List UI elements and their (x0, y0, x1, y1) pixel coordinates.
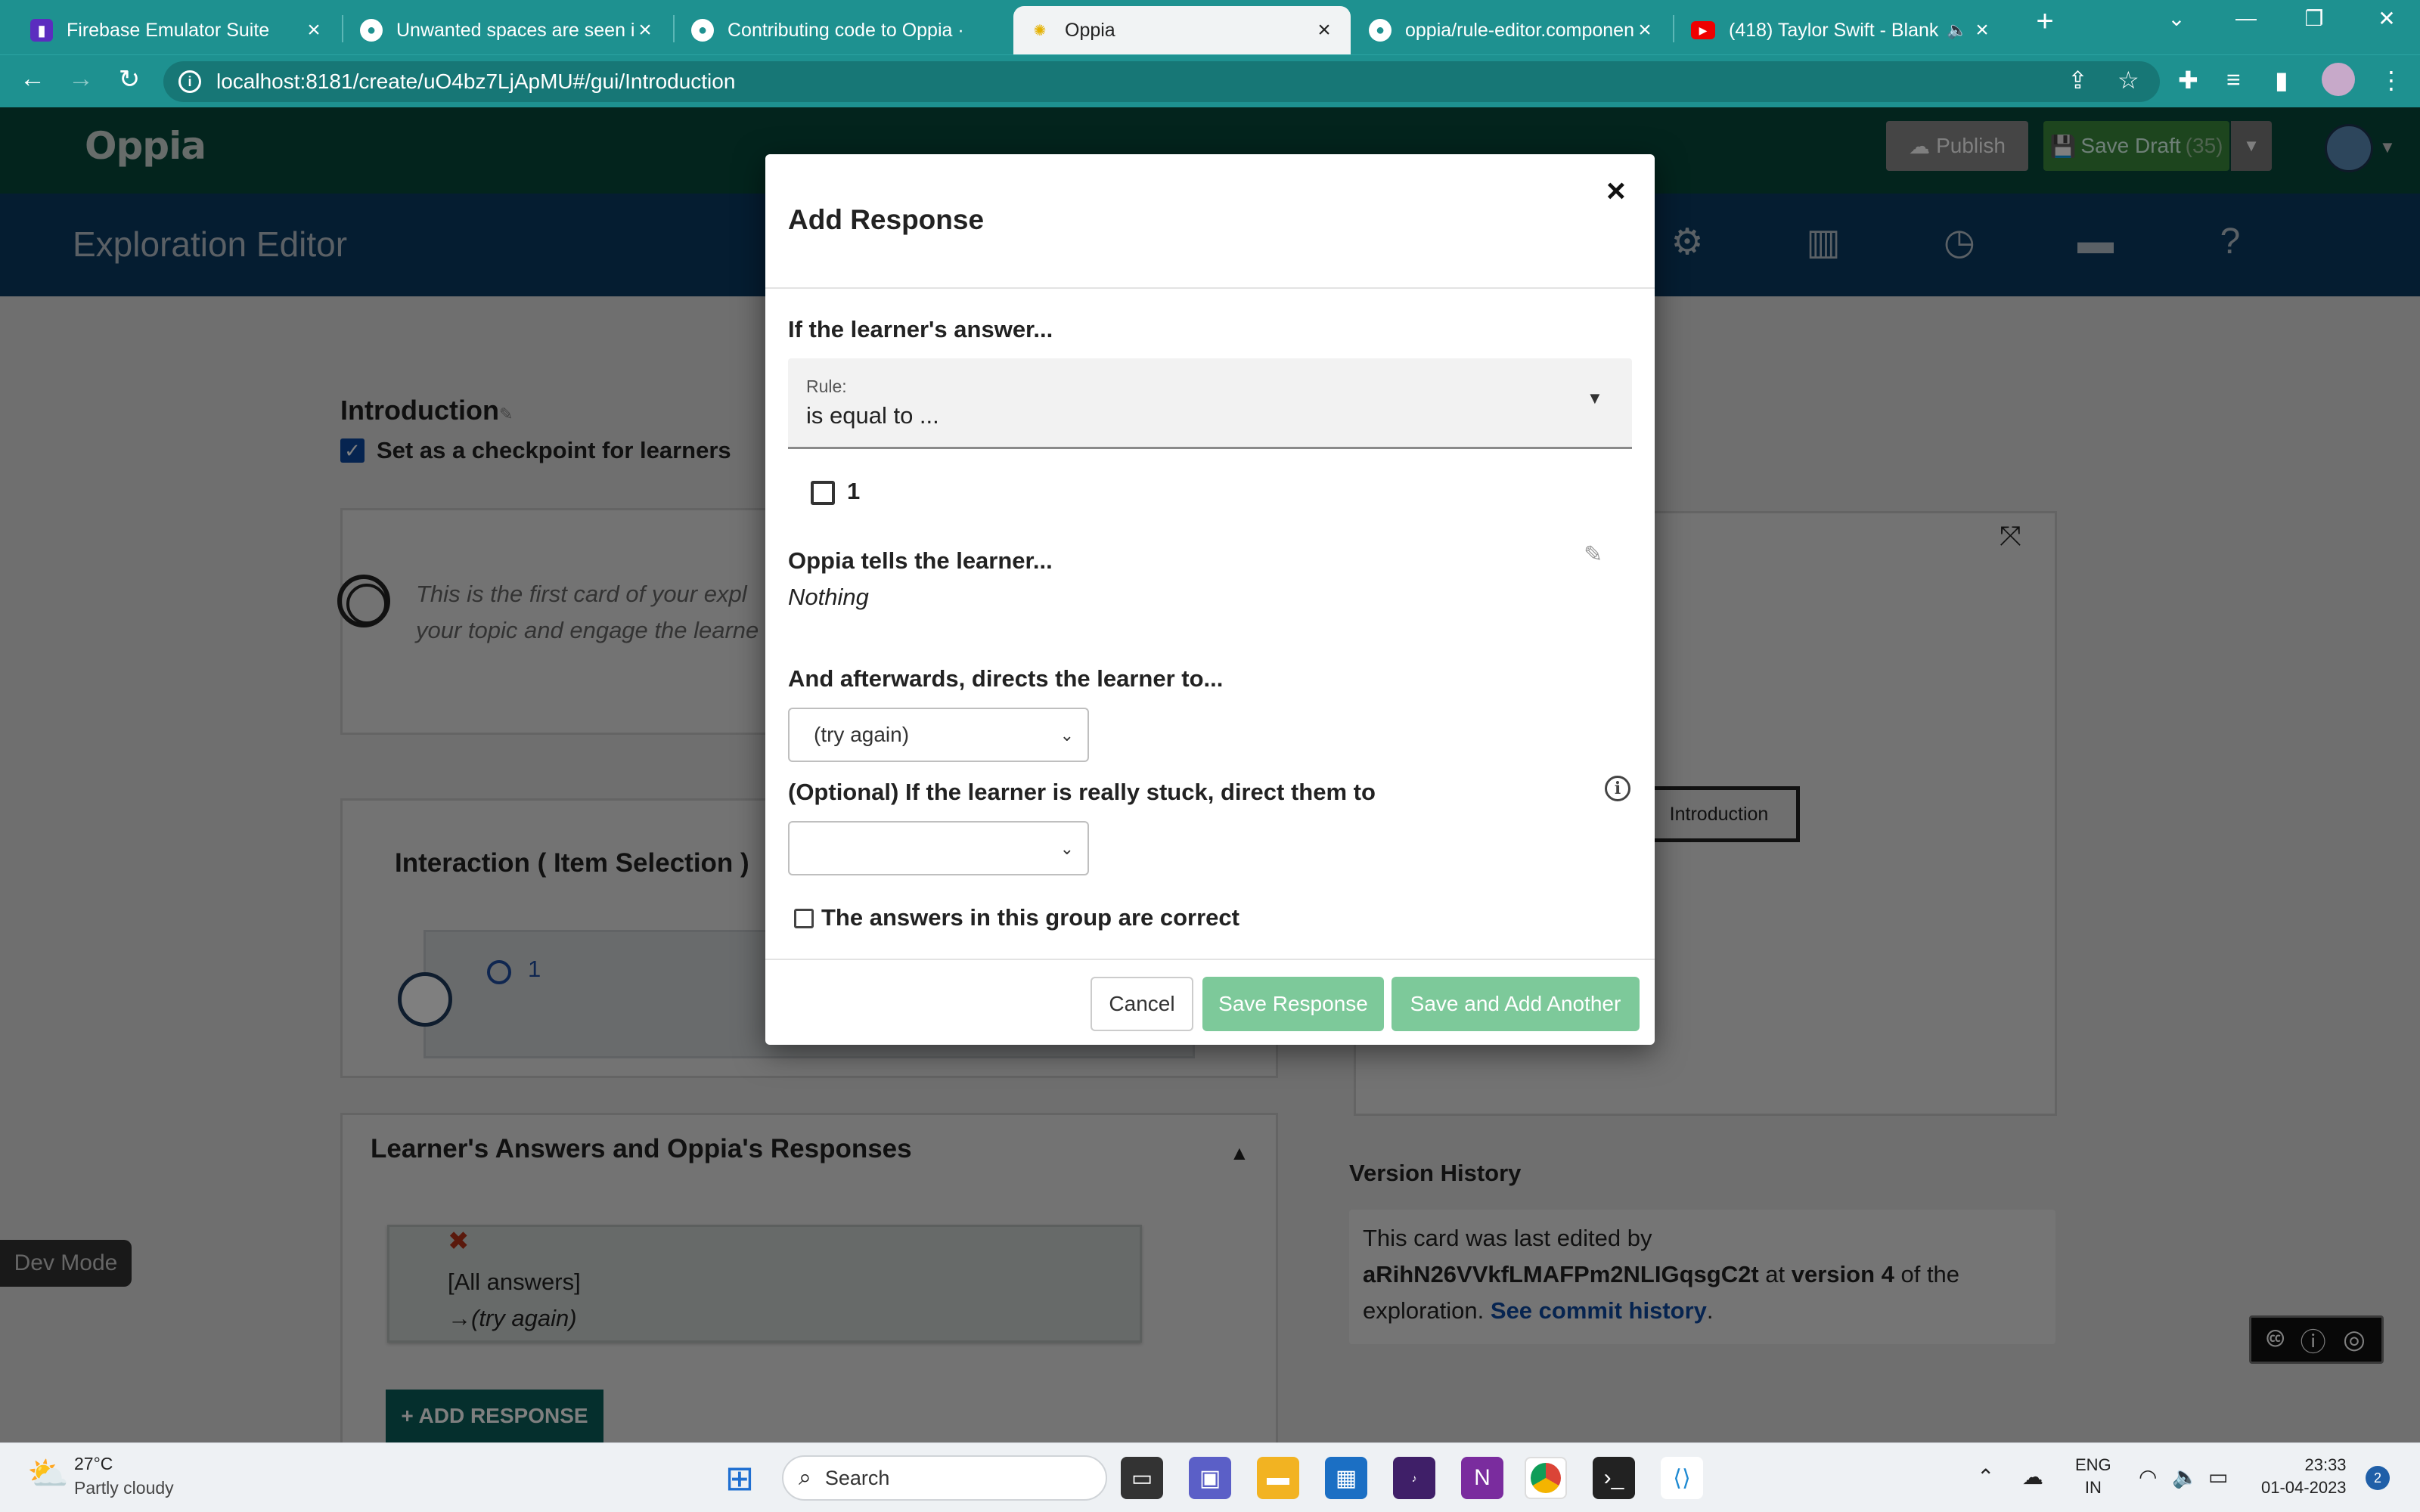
window-close-icon[interactable]: ✕ (2364, 6, 2409, 31)
github-icon: ● (691, 19, 714, 42)
close-icon[interactable]: × (1313, 17, 1336, 43)
teams-chat-icon[interactable]: ▣ (1189, 1457, 1231, 1499)
tab-separator (1673, 15, 1674, 42)
oppia-icon: ✺ (1033, 22, 1047, 39)
close-icon[interactable]: × (634, 17, 656, 43)
minimize-icon[interactable]: — (2223, 6, 2269, 30)
wifi-icon[interactable]: ◠ (2139, 1464, 2157, 1489)
tab-github-spaces[interactable]: ● Unwanted spaces are seen in × (345, 6, 672, 54)
pencil-icon[interactable]: ✎ (1584, 541, 1602, 568)
url-text: localhost:8181/create/uO4bz7LjApMU#/gui/… (216, 70, 736, 93)
tab-github-rule-editor[interactable]: ● oppia/rule-editor.component × (1354, 6, 1671, 54)
cancel-button[interactable]: Cancel (1091, 977, 1193, 1031)
divider (765, 287, 1655, 289)
notification-badge[interactable]: 2 (2366, 1466, 2390, 1490)
profile-avatar-icon[interactable] (2322, 63, 2355, 96)
search-icon: ⌕ (799, 1465, 811, 1490)
destination-heading: And afterwards, directs the learner to..… (788, 665, 1224, 692)
volume-icon[interactable]: 🔈 (2172, 1464, 2198, 1489)
reading-list-icon[interactable]: ≡ (2226, 66, 2241, 94)
rule-select-value: is equal to ... (806, 402, 939, 429)
stuck-destination-select[interactable]: ⌄ (788, 821, 1089, 875)
rule-select-label: Rule: (806, 376, 847, 396)
onedrive-icon[interactable]: ☁ (2022, 1464, 2043, 1489)
choice-checkbox[interactable] (811, 481, 835, 505)
windows-taskbar: ⛅ 27°C Partly cloudy ⊞ ⌕ Search ▭ ▣ ▬ ▦ … (0, 1442, 2420, 1512)
youtube-icon: ▶ (1691, 21, 1715, 39)
clock[interactable]: 23:33 01-04-2023 (2261, 1454, 2347, 1499)
firebase-icon: ▮ (30, 19, 53, 42)
vscode-icon[interactable]: ⟨⟩ (1661, 1457, 1703, 1499)
restore-icon[interactable]: ❐ (2291, 6, 2337, 31)
github-icon: ● (1369, 19, 1392, 42)
terminal-icon[interactable]: ›_ (1593, 1457, 1635, 1499)
stuck-heading: (Optional) If the learner is really stuc… (788, 779, 1376, 805)
battery-icon[interactable]: ▭ (2208, 1464, 2228, 1489)
answer-heading: If the learner's answer... (788, 316, 1053, 342)
rule-select[interactable]: Rule: is equal to ... ▼ (788, 358, 1632, 449)
windows-start-icon[interactable]: ⊞ (718, 1457, 761, 1499)
microsoft-store-icon[interactable]: ▦ (1325, 1457, 1367, 1499)
add-response-modal: Add Response × If the learner's answer..… (765, 154, 1655, 1045)
file-explorer-icon[interactable]: ▬ (1257, 1457, 1299, 1499)
extensions-icon[interactable]: ✚ (2178, 66, 2198, 94)
divider (765, 959, 1655, 960)
browser-menu-icon[interactable]: ⋮ (2379, 66, 2403, 94)
github-icon: ● (360, 19, 383, 42)
save-and-add-another-button[interactable]: Save and Add Another (1392, 977, 1640, 1031)
side-panel-icon[interactable]: ▮ (2275, 66, 2288, 94)
reload-icon[interactable]: ↻ (110, 64, 148, 94)
speaker-icon[interactable]: 🔈 (1944, 20, 1971, 40)
chevron-down-icon[interactable]: ⌄ (2154, 6, 2199, 31)
address-bar: ← → ↻ i localhost:8181/create/uO4bz7LjAp… (0, 54, 2420, 107)
weather-description: Partly cloudy (74, 1478, 174, 1498)
chevron-down-icon: ⌄ (1060, 839, 1074, 858)
site-info-icon[interactable]: i (178, 70, 201, 93)
choice-label: 1 (847, 478, 861, 504)
amazon-music-icon[interactable]: ♪ (1393, 1457, 1435, 1499)
url-field[interactable]: i localhost:8181/create/uO4bz7LjApMU#/gu… (163, 61, 2160, 102)
taskbar-search[interactable]: ⌕ Search (782, 1455, 1107, 1501)
correct-answers-label: The answers in this group are correct (821, 904, 1239, 931)
bookmark-star-icon[interactable]: ☆ (2118, 66, 2139, 94)
info-icon[interactable]: i (1605, 776, 1630, 801)
tab-github-contributing[interactable]: ● Contributing code to Oppia · (676, 6, 1009, 54)
close-icon[interactable]: × (1634, 17, 1656, 43)
input-language-indicator[interactable]: ENG IN (2075, 1454, 2111, 1499)
weather-partly-cloudy-icon[interactable]: ⛅ (27, 1454, 69, 1493)
chevron-down-icon: ⌄ (1060, 726, 1074, 745)
chevron-up-icon[interactable]: ⌃ (1977, 1464, 1994, 1489)
feedback-value[interactable]: Nothing (788, 584, 869, 611)
browser-tab-strip: ▮ Firebase Emulator Suite × ● Unwanted s… (0, 0, 2420, 54)
correct-answers-checkbox[interactable] (794, 909, 814, 928)
tab-separator (673, 15, 675, 42)
weather-temperature: 27°C (74, 1454, 113, 1473)
tab-firebase[interactable]: ▮ Firebase Emulator Suite × (15, 6, 340, 54)
tab-youtube[interactable]: ▶ (418) Taylor Swift - Blank 🔈 × (1676, 6, 2009, 54)
close-icon[interactable]: × (1971, 17, 1993, 43)
share-icon[interactable]: ⇪ (2068, 66, 2088, 94)
tab-separator (342, 15, 343, 42)
new-tab-icon[interactable]: + (2022, 5, 2068, 39)
onenote-icon[interactable]: N (1461, 1457, 1503, 1499)
caret-down-icon: ▼ (1587, 389, 1603, 407)
close-icon[interactable]: × (302, 17, 325, 43)
forward-arrow-icon[interactable]: → (62, 64, 100, 94)
tab-oppia[interactable]: ✺ Oppia × (1013, 6, 1351, 54)
destination-select[interactable]: (try again) ⌄ (788, 708, 1089, 762)
close-icon[interactable]: × (1606, 172, 1626, 210)
back-arrow-icon[interactable]: ← (14, 64, 51, 94)
task-view-icon[interactable]: ▭ (1121, 1457, 1163, 1499)
save-response-button[interactable]: Save Response (1202, 977, 1384, 1031)
modal-title: Add Response (788, 204, 985, 235)
chrome-icon[interactable] (1525, 1457, 1567, 1499)
feedback-heading: Oppia tells the learner... (788, 547, 1053, 574)
